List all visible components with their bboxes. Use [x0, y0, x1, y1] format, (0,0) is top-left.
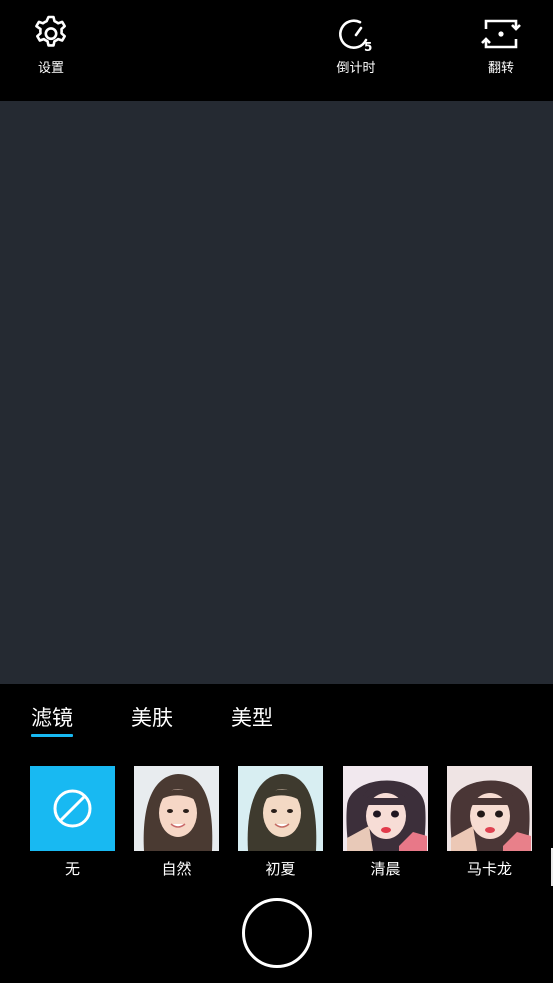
tab-skin[interactable]: 美肤	[131, 704, 173, 732]
flip-label: 翻转	[487, 61, 514, 76]
top-toolbar: 设置 5 倒计时 翻转	[0, 0, 553, 101]
flip-camera-button[interactable]: 翻转	[479, 14, 523, 77]
timer-icon: 5	[339, 19, 372, 54]
portrait-image	[134, 766, 219, 851]
settings-label: 设置	[37, 61, 64, 76]
timer-value: 5	[364, 40, 372, 54]
filter-name: 马卡龙	[466, 860, 512, 878]
filter-list: 无 自然 初夏 清晨 马卡龙	[0, 766, 553, 886]
filter-name: 自然	[161, 860, 192, 878]
settings-button[interactable]: 设置	[30, 14, 72, 77]
filter-thumb-none	[30, 766, 115, 851]
filter-item-macaron[interactable]: 马卡龙	[447, 766, 532, 878]
no-filter-icon	[53, 789, 92, 828]
filter-item-morning[interactable]: 清晨	[343, 766, 428, 878]
countdown-label: 倒计时	[336, 61, 376, 76]
filter-item-none[interactable]: 无	[30, 766, 115, 878]
beauty-tabs: 滤镜 美肤 美型	[0, 684, 553, 744]
filter-thumb-macaron	[447, 766, 532, 851]
filter-name: 初夏	[265, 860, 296, 878]
camera-preview[interactable]	[0, 101, 553, 684]
gear-icon	[35, 15, 66, 47]
flip-camera-icon	[481, 19, 521, 49]
filter-thumb-early-summer	[238, 766, 323, 851]
filter-item-early-summer[interactable]: 初夏	[238, 766, 323, 878]
filter-name: 清晨	[370, 860, 401, 878]
filter-item-natural[interactable]: 自然	[134, 766, 219, 878]
portrait-image	[343, 766, 428, 851]
tab-shape[interactable]: 美型	[231, 704, 273, 732]
filter-thumb-morning	[343, 766, 428, 851]
filter-name: 无	[64, 860, 80, 878]
portrait-image	[238, 766, 323, 851]
bottom-panel: 滤镜 美肤 美型 无 自然 初夏 清晨 马卡龙	[0, 684, 553, 983]
tab-filter[interactable]: 滤镜	[31, 704, 73, 737]
countdown-button[interactable]: 5 倒计时	[329, 14, 383, 77]
filter-thumb-natural	[134, 766, 219, 851]
shutter-button[interactable]	[242, 898, 312, 968]
portrait-image	[447, 766, 532, 851]
